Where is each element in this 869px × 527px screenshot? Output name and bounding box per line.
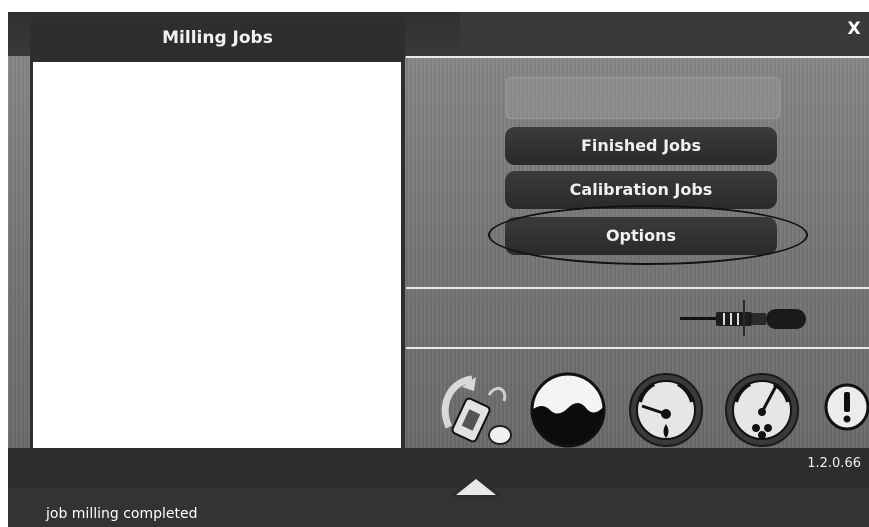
close-button[interactable]: X	[843, 18, 865, 40]
divider-line	[406, 56, 869, 58]
status-message: job milling completed	[46, 506, 198, 522]
expand-up-arrow-icon[interactable]	[446, 471, 506, 499]
water-tank-icon[interactable]	[530, 372, 606, 448]
job-info-field	[506, 77, 780, 119]
milling-tool-icon	[680, 298, 810, 338]
milling-app-window: X Milling Jobs Finished Jobs Calibration…	[8, 12, 869, 527]
calibration-jobs-button[interactable]: Calibration Jobs	[505, 171, 777, 209]
bottom-bar: 1.2.0.66	[8, 448, 869, 488]
options-button[interactable]: Options	[505, 217, 777, 255]
screen: X Milling Jobs Finished Jobs Calibration…	[0, 0, 869, 527]
milling-jobs-list[interactable]	[33, 62, 401, 451]
milling-jobs-panel: Milling Jobs	[30, 17, 405, 487]
finished-jobs-button[interactable]: Finished Jobs	[505, 127, 777, 165]
tool-change-icon[interactable]	[434, 367, 514, 447]
pressure-gauge-icon[interactable]	[628, 372, 704, 448]
divider-line	[406, 347, 869, 349]
divider-line	[406, 287, 869, 289]
status-icons-row	[428, 357, 869, 448]
version-label: 1.2.0.66	[807, 456, 861, 471]
warning-icon[interactable]	[824, 383, 869, 433]
milling-jobs-title: Milling Jobs	[162, 28, 273, 48]
header-strip	[460, 12, 869, 56]
status-bar: job milling completed	[8, 488, 869, 527]
suction-gauge-icon[interactable]	[724, 372, 800, 448]
